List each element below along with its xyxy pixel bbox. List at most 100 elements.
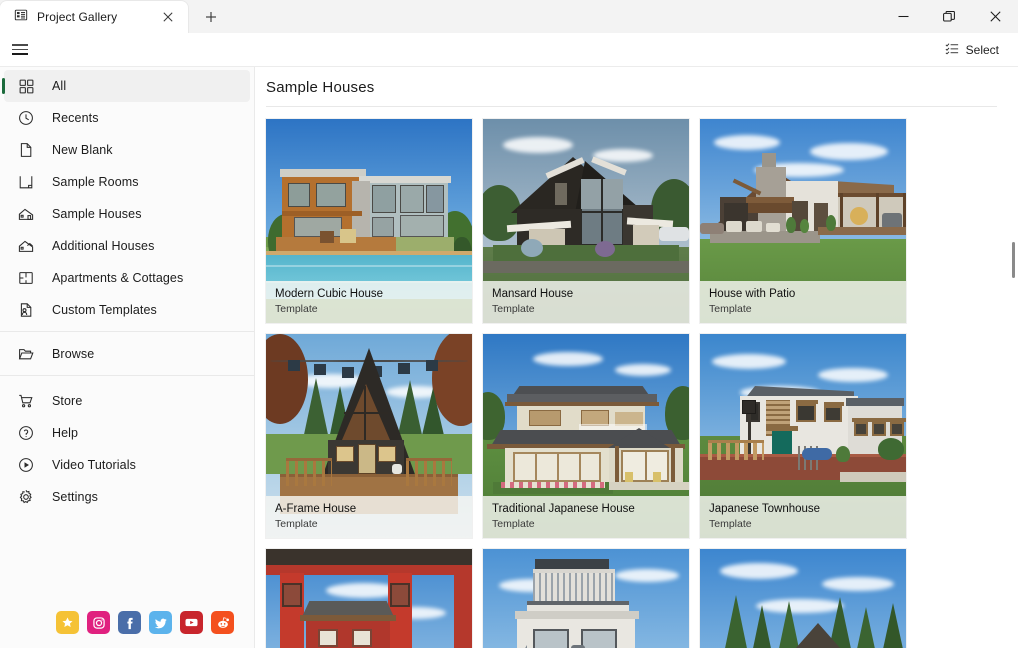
template-thumbnail — [483, 549, 689, 648]
grid-icon — [16, 76, 36, 96]
sidebar-item-browse[interactable]: Browse — [4, 338, 250, 370]
clock-icon — [16, 108, 36, 128]
template-caption: A-Frame House Template — [266, 496, 472, 538]
sidebar-item-settings[interactable]: Settings — [4, 481, 250, 513]
tab-project-gallery[interactable]: Project Gallery — [0, 1, 188, 33]
instagram-icon[interactable] — [87, 611, 110, 634]
sidebar-item-new-blank[interactable]: New Blank — [4, 134, 250, 166]
reddit-icon[interactable] — [211, 611, 234, 634]
sidebar-item-video-tutorials[interactable]: Video Tutorials — [4, 449, 250, 481]
sidebar-item-label: Sample Rooms — [52, 175, 139, 189]
sidebar-item-label: All — [52, 79, 67, 93]
house-plus-icon — [16, 236, 36, 256]
sidebar-item-custom-templates[interactable]: Custom Templates — [4, 294, 250, 326]
template-caption: Traditional Japanese House Template — [483, 496, 689, 538]
sidebar-item-recents[interactable]: Recents — [4, 102, 250, 134]
template-card-house-with-patio[interactable]: House with Patio Template — [700, 119, 906, 323]
template-card-japanese-townhouse[interactable]: Japanese Townhouse Template — [700, 334, 906, 538]
template-name: Traditional Japanese House — [492, 503, 635, 515]
sidebar-item-help[interactable]: Help — [4, 417, 250, 449]
template-subtitle: Template — [275, 303, 318, 315]
page-title: Sample Houses — [266, 79, 375, 96]
template-name: Japanese Townhouse — [709, 503, 821, 515]
sidebar-item-all[interactable]: All — [2, 70, 250, 102]
template-caption: Modern Cubic House Template — [266, 281, 472, 323]
maximize-button[interactable] — [926, 0, 972, 33]
template-card-row3-3[interactable] — [700, 549, 906, 648]
gallery-icon — [14, 8, 28, 27]
play-circle-icon — [16, 455, 36, 475]
sidebar-item-label: Video Tutorials — [52, 458, 136, 472]
sidebar-item-label: Additional Houses — [52, 239, 155, 253]
template-card-mansard-house[interactable]: Mansard House Template — [483, 119, 689, 323]
template-subtitle: Template — [709, 518, 752, 530]
youtube-icon[interactable] — [180, 611, 203, 634]
tab-title: Project Gallery — [37, 10, 118, 24]
template-thumbnail — [700, 549, 906, 648]
sidebar-secondary-group: Store Help Video Tutorials Settings — [0, 382, 254, 513]
command-bar: Select — [0, 33, 1018, 67]
close-window-button[interactable] — [972, 0, 1018, 33]
template-card-traditional-japanese-house[interactable]: Traditional Japanese House Template — [483, 334, 689, 538]
folder-open-icon — [16, 344, 36, 364]
template-caption: Japanese Townhouse Template — [700, 496, 906, 538]
sidebar-item-label: Browse — [52, 347, 95, 361]
house-icon — [16, 204, 36, 224]
content-scrollbar[interactable] — [1006, 67, 1018, 648]
main-content: Sample Houses Modern Cubic House Templat… — [255, 67, 1018, 648]
minimize-button[interactable] — [880, 0, 926, 33]
question-circle-icon — [16, 423, 36, 443]
sidebar-item-label: Apartments & Cottages — [52, 271, 184, 285]
sidebar-item-label: Sample Houses — [52, 207, 142, 221]
template-subtitle: Template — [492, 518, 535, 530]
template-caption: House with Patio Template — [700, 281, 906, 323]
hamburger-icon[interactable] — [3, 35, 37, 65]
template-card-row3-2[interactable] — [483, 549, 689, 648]
sidebar-item-label: New Blank — [52, 143, 113, 157]
template-subtitle: Template — [275, 518, 318, 530]
floorplan-icon — [16, 268, 36, 288]
social-links — [0, 611, 254, 648]
template-name: House with Patio — [709, 288, 796, 300]
twitter-icon[interactable] — [149, 611, 172, 634]
sidebar-divider-top — [0, 331, 254, 332]
tab-strip: Project Gallery — [0, 0, 228, 33]
window-controls — [880, 0, 1018, 33]
sidebar-primary-group: All Recents New Blank Sample Rooms Sampl… — [0, 67, 254, 326]
person-page-icon — [16, 300, 36, 320]
sidebar-item-label: Help — [52, 426, 79, 440]
scrollbar-thumb[interactable] — [1012, 242, 1015, 278]
select-button[interactable]: Select — [938, 37, 1006, 63]
template-caption: Mansard House Template — [483, 281, 689, 323]
template-card-row3-1[interactable] — [266, 549, 472, 648]
sidebar-item-label: Store — [52, 394, 83, 408]
sidebar-item-label: Settings — [52, 490, 98, 504]
cart-icon — [16, 391, 36, 411]
page-icon — [16, 140, 36, 160]
list-select-icon — [945, 41, 959, 58]
template-subtitle: Template — [709, 303, 752, 315]
sidebar-item-apartments-cottages[interactable]: Apartments & Cottages — [4, 262, 250, 294]
facebook-icon[interactable] — [118, 611, 141, 634]
project-gallery-window: Project Gallery Select All Recents New B… — [0, 0, 1018, 648]
sidebar-item-sample-houses[interactable]: Sample Houses — [4, 198, 250, 230]
sidebar-item-store[interactable]: Store — [4, 385, 250, 417]
template-name: A-Frame House — [275, 503, 357, 515]
template-name: Modern Cubic House — [275, 288, 384, 300]
close-tab-icon[interactable] — [158, 7, 178, 27]
title-bar: Project Gallery — [0, 0, 1018, 33]
template-card-modern-cubic-house[interactable]: Modern Cubic House Template — [266, 119, 472, 323]
template-grid: Modern Cubic House Template Mansard Hous… — [255, 107, 1018, 648]
template-card-a-frame-house[interactable]: A-Frame House Template — [266, 334, 472, 538]
template-name: Mansard House — [492, 288, 574, 300]
room-icon — [16, 172, 36, 192]
sidebar-item-label: Custom Templates — [52, 303, 157, 317]
sidebar-item-sample-rooms[interactable]: Sample Rooms — [4, 166, 250, 198]
sidebar: All Recents New Blank Sample Rooms Sampl… — [0, 67, 255, 648]
sidebar-item-additional-houses[interactable]: Additional Houses — [4, 230, 250, 262]
select-button-label: Select — [965, 42, 999, 57]
template-subtitle: Template — [492, 303, 535, 315]
template-thumbnail — [266, 549, 472, 648]
favorite-star-icon[interactable] — [56, 611, 79, 634]
new-tab-button[interactable] — [194, 2, 228, 32]
